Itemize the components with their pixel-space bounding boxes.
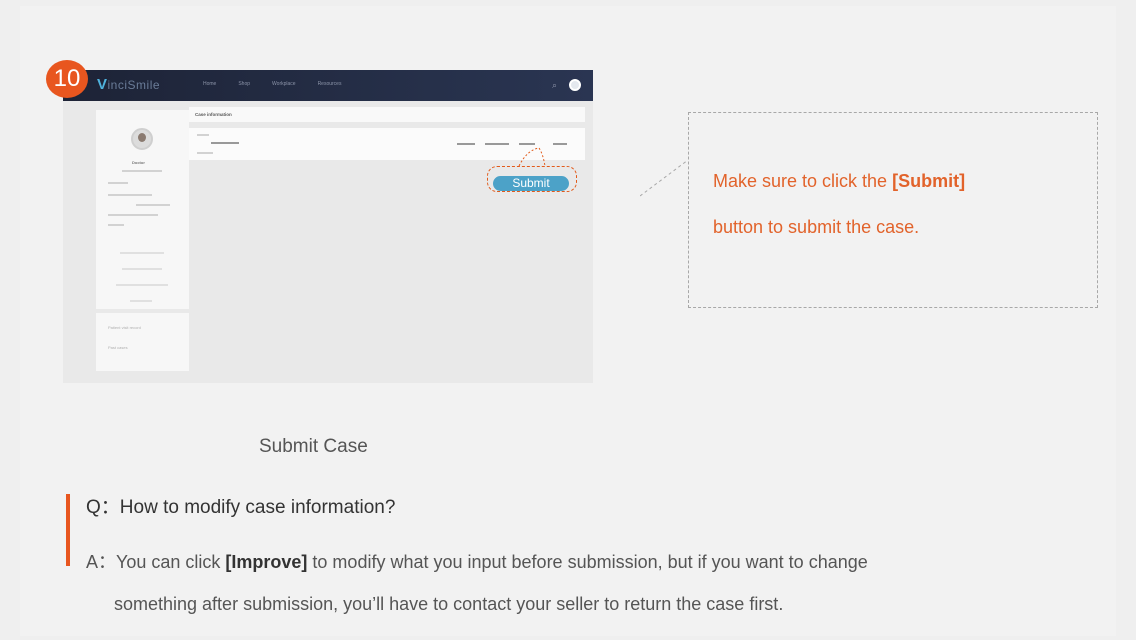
step-badge: 10 [46, 60, 88, 98]
nav-menu: Home Shop Workplace Resources [203, 81, 341, 87]
qa-question: Q：How to modify case information? [86, 497, 396, 518]
info-line [116, 284, 168, 286]
case-info-header: Case information [189, 107, 585, 122]
row-action[interactable] [553, 143, 567, 145]
sidebar-item-past-cases[interactable]: Past cases [108, 345, 128, 350]
row-line [197, 152, 213, 154]
info-line [120, 252, 164, 254]
profile-name: Doctor [132, 160, 145, 165]
info-line [108, 214, 158, 216]
info-line [130, 300, 152, 302]
row-action[interactable] [485, 143, 509, 145]
nav-item-workplace[interactable]: Workplace [272, 81, 296, 87]
info-line [108, 182, 128, 184]
row-line [211, 142, 239, 144]
qa-answer-line2: something after submission, you’ll have … [114, 594, 784, 614]
nav-item-shop[interactable]: Shop [238, 81, 250, 87]
app-logo: VinciSmile [97, 76, 161, 93]
callout-submit-label: [Submit] [892, 171, 966, 191]
sidebar-item-patient-visit-record[interactable]: Patient visit record [108, 325, 141, 330]
row-line [197, 134, 209, 136]
qa-accent-bar [66, 494, 70, 566]
avatar[interactable] [569, 79, 581, 91]
callout-tail [640, 159, 689, 197]
row-action[interactable] [457, 143, 475, 145]
info-line [122, 268, 162, 270]
screenshot-image: VinciSmile Home Shop Workplace Resources… [63, 70, 593, 383]
search-icon[interactable]: ⌕ [552, 80, 562, 90]
info-line [108, 194, 152, 196]
info-line [108, 224, 124, 226]
connector-line [518, 147, 546, 167]
nav-item-resources[interactable]: Resources [318, 81, 342, 87]
figure-caption: Submit Case [259, 436, 368, 457]
callout-text: Make sure to click the [Submit] button t… [713, 158, 1073, 250]
profile-card: Doctor [96, 110, 189, 309]
qa-answer: A：You can click [Improve] to modify what… [86, 541, 1096, 625]
row-action[interactable] [519, 143, 535, 145]
info-line [136, 204, 170, 206]
submit-button[interactable]: Submit [493, 176, 569, 191]
profile-avatar [131, 128, 153, 150]
improve-label: [Improve] [225, 552, 308, 572]
callout-line2: button to submit the case. [713, 217, 920, 237]
sidebar-links: Patient visit record Past cases [96, 313, 189, 371]
profile-subtitle [122, 170, 162, 172]
nav-item-home[interactable]: Home [203, 81, 216, 87]
app-navbar: VinciSmile Home Shop Workplace Resources… [63, 70, 593, 101]
